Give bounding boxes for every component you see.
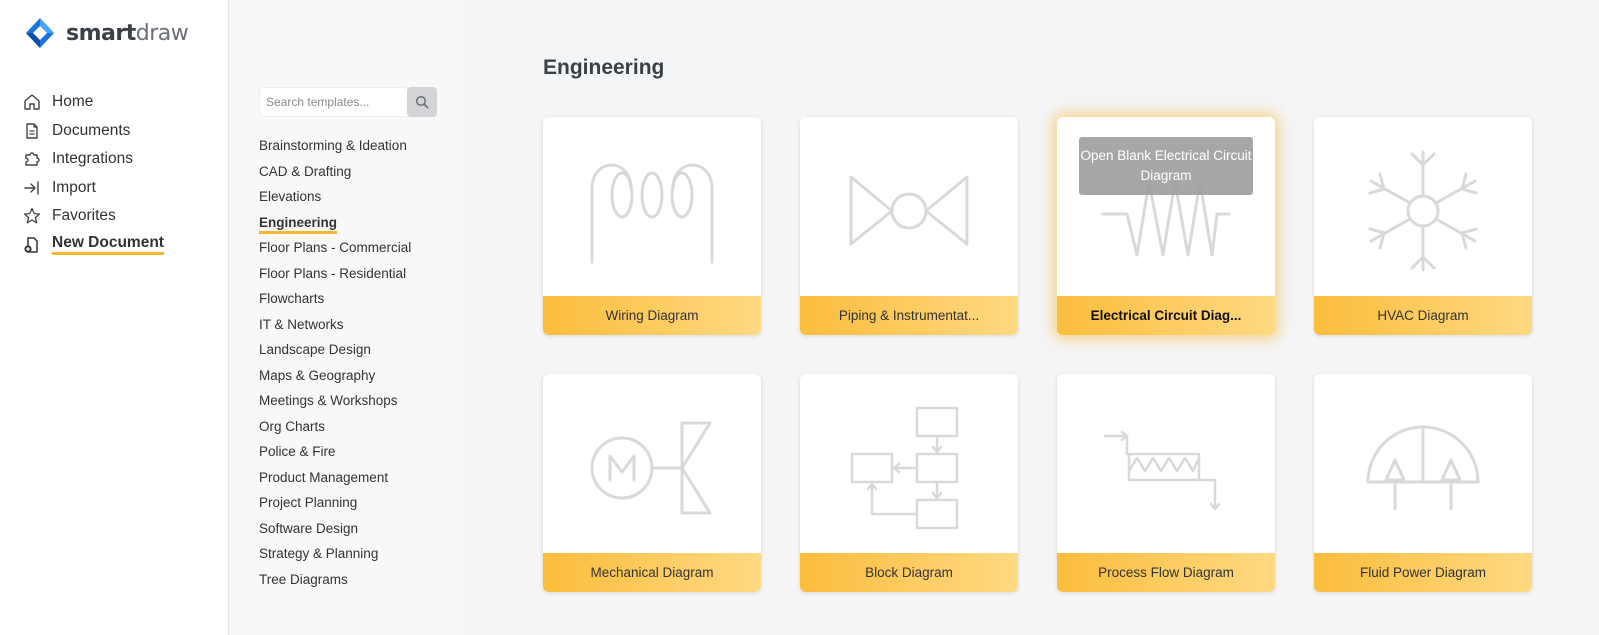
brand-light: draw (135, 20, 189, 46)
card-caption: Fluid Power Diagram (1314, 553, 1532, 592)
category-item[interactable]: Project Planning (259, 492, 411, 518)
import-icon (22, 178, 42, 198)
template-card-wiring-diagram[interactable]: Wiring Diagram (543, 117, 761, 335)
category-item[interactable]: Brainstorming & Ideation (259, 135, 411, 161)
category-label: Product Management (259, 469, 389, 485)
card-tooltip: Open Blank Electrical Circuit Diagram (1079, 137, 1253, 195)
template-card-mechanical-diagram[interactable]: Mechanical Diagram (543, 374, 761, 592)
search-input[interactable] (259, 87, 407, 117)
card-caption: Block Diagram (800, 553, 1018, 592)
category-label: Meetings & Workshops (259, 393, 398, 408)
nav-item-documents[interactable]: Documents (22, 117, 164, 146)
category-item[interactable]: Floor Plans - Residential (259, 263, 411, 289)
category-item[interactable]: Org Charts (259, 416, 411, 442)
nav-item-home[interactable]: Home (22, 88, 164, 117)
main-nav-list: Home Documents Integrations Import Favor… (22, 88, 164, 259)
process-flow-thumbnail (1103, 430, 1221, 511)
nav-item-label: Import (52, 178, 96, 196)
smartdraw-logo[interactable]: smartdraw (24, 17, 189, 49)
category-label: Elevations (259, 189, 322, 204)
nav-item-label: Documents (52, 121, 131, 139)
mechanical-diagram-thumbnail (590, 421, 712, 515)
category-label: Floor Plans - Residential (259, 265, 407, 281)
category-label: Floor Plans - Commercial (259, 240, 412, 255)
card-caption: Electrical Circuit Diag... (1057, 296, 1275, 335)
card-caption: Piping & Instrumentat... (800, 296, 1018, 335)
category-item[interactable]: Software Design (259, 518, 411, 544)
category-label: Software Design (259, 520, 359, 536)
category-label: CAD & Drafting (259, 163, 352, 179)
nav-item-label: Integrations (52, 150, 133, 168)
template-card-process-flow[interactable]: Process Flow Diagram (1057, 374, 1275, 592)
category-label: Org Charts (259, 418, 326, 434)
template-card-hvac-diagram[interactable]: HVAC Diagram (1314, 117, 1532, 335)
new-document-icon (22, 235, 42, 255)
template-card-electrical-circuit[interactable]: Open Blank Electrical Circuit Diagram El… (1057, 117, 1275, 335)
category-item[interactable]: Product Management (259, 467, 411, 493)
block-diagram-thumbnail (850, 406, 959, 530)
category-item[interactable]: IT & Networks (259, 314, 411, 340)
nav-item-label: Home (52, 93, 94, 111)
wiring-diagram-thumbnail (590, 163, 714, 264)
card-caption: Wiring Diagram (543, 296, 761, 335)
search-icon (415, 95, 429, 109)
category-item[interactable]: Landscape Design (259, 339, 411, 365)
category-item[interactable]: Police & Fire (259, 441, 411, 467)
category-label: Strategy & Planning (259, 546, 379, 561)
category-item[interactable]: CAD & Drafting (259, 161, 411, 187)
star-icon (22, 206, 42, 226)
category-label: Flowcharts (259, 291, 325, 306)
category-label: Tree Diagrams (259, 571, 348, 587)
search-button[interactable] (407, 87, 437, 117)
category-item[interactable]: Strategy & Planning (259, 543, 411, 569)
category-item[interactable]: Floor Plans - Commercial (259, 237, 411, 263)
nav-item-import[interactable]: Import (22, 174, 164, 203)
category-label: Landscape Design (259, 342, 371, 357)
category-item[interactable]: Elevations (259, 186, 411, 212)
card-caption: Mechanical Diagram (543, 553, 761, 592)
template-card-fluid-power[interactable]: Fluid Power Diagram (1314, 374, 1532, 592)
nav-item-favorites[interactable]: Favorites (22, 202, 164, 231)
template-card-block-diagram[interactable]: Block Diagram (800, 374, 1018, 592)
category-item[interactable]: Maps & Geography (259, 365, 411, 391)
category-item[interactable]: Meetings & Workshops (259, 390, 411, 416)
smartdraw-logo-icon (26, 18, 54, 48)
home-icon (22, 92, 42, 112)
template-gallery: Engineering Wiring Diagram Piping & Inst… (466, 0, 1599, 635)
page-title: Engineering (543, 56, 665, 79)
nav-item-integrations[interactable]: Integrations (22, 145, 164, 174)
category-label: Engineering (259, 214, 338, 234)
category-label: Brainstorming & Ideation (259, 138, 407, 153)
category-item[interactable]: Tree Diagrams (259, 569, 411, 595)
category-label: Project Planning (259, 495, 358, 510)
fluid-power-thumbnail (1366, 425, 1480, 511)
category-item[interactable]: Flowcharts (259, 288, 411, 314)
template-search (259, 87, 437, 117)
hvac-snowflake-thumbnail (1368, 150, 1478, 272)
card-caption: Process Flow Diagram (1057, 553, 1275, 592)
template-category-panel: Brainstorming & Ideation CAD & Drafting … (230, 0, 465, 635)
category-list: Brainstorming & Ideation CAD & Drafting … (259, 135, 411, 594)
brand-bold: smart (66, 20, 136, 46)
template-card-piping-instrumentation[interactable]: Piping & Instrumentat... (800, 117, 1018, 335)
category-item-selected[interactable]: Engineering (259, 212, 411, 238)
nav-item-new-document[interactable]: New Document (22, 231, 164, 260)
piping-instrumentation-thumbnail (849, 175, 969, 246)
card-caption: HVAC Diagram (1314, 296, 1532, 335)
category-label: Police & Fire (259, 444, 336, 459)
document-icon (22, 121, 42, 141)
nav-item-label: Favorites (52, 207, 116, 225)
category-label: IT & Networks (259, 316, 344, 332)
nav-item-label: New Document (52, 234, 164, 256)
puzzle-icon (22, 149, 42, 169)
category-label: Maps & Geography (259, 367, 376, 383)
left-navigation: smartdraw Home Documents Integrations Im… (0, 0, 229, 635)
